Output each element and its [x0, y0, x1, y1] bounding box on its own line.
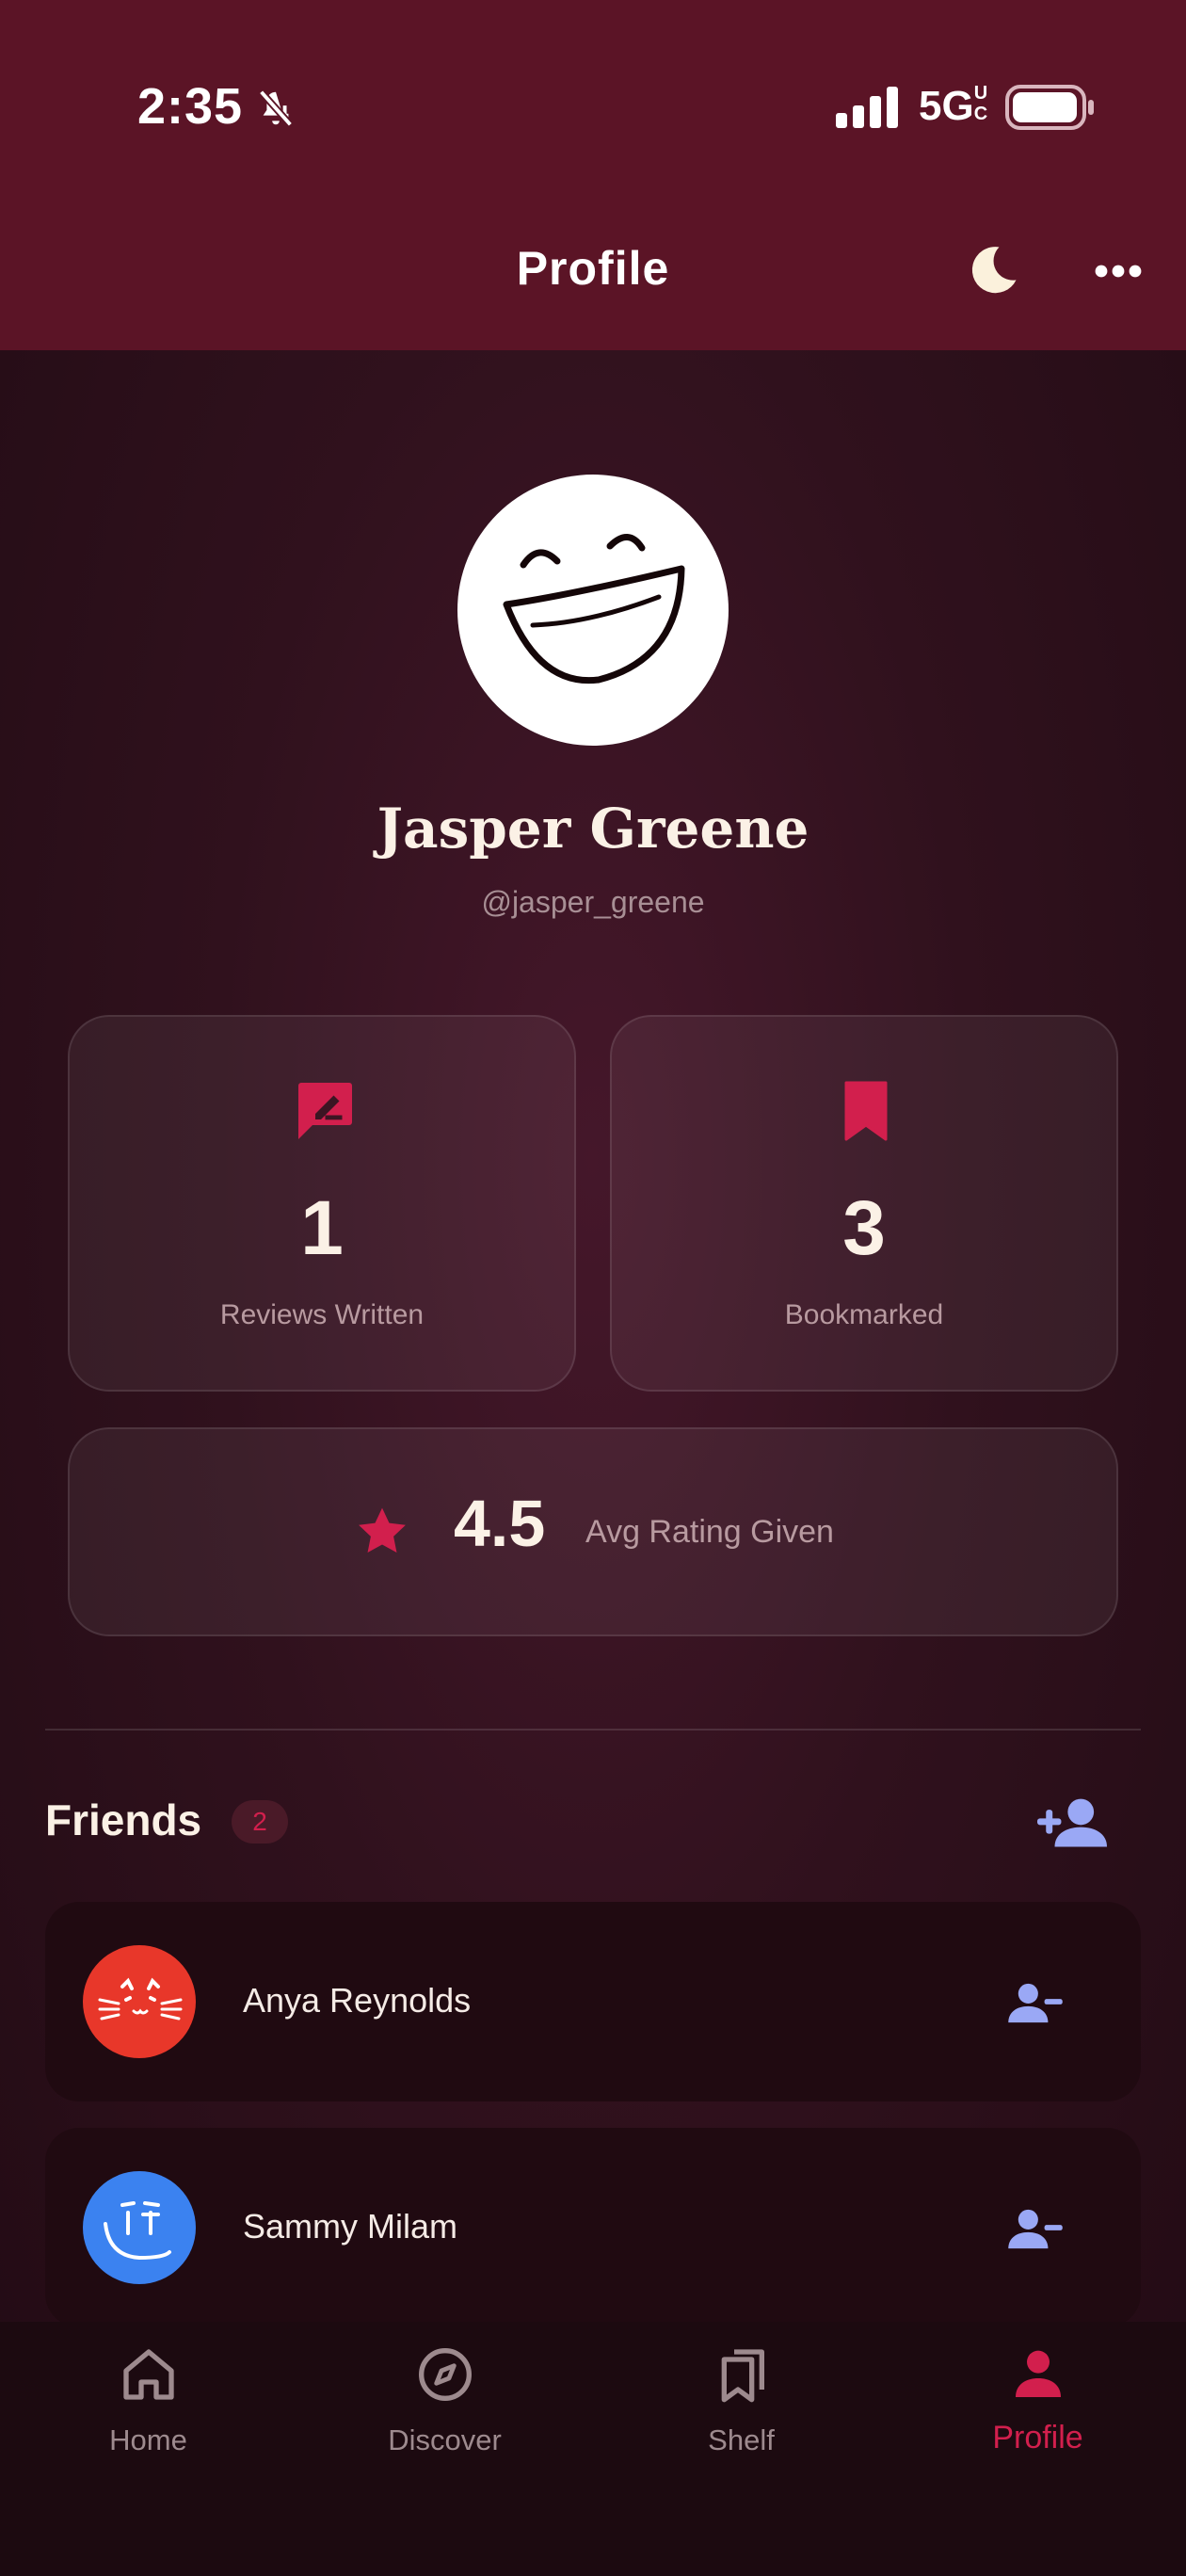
friends-heading: Friends	[45, 1795, 202, 1844]
nav-discover[interactable]: Discover	[296, 2322, 593, 2510]
rating-label: Avg Rating Given	[585, 1514, 834, 1550]
add-friend-icon[interactable]	[1037, 1796, 1107, 1849]
nav-shelf-label: Shelf	[708, 2423, 775, 2456]
nav-discover-label: Discover	[388, 2423, 502, 2456]
moon-icon[interactable]	[964, 241, 1022, 299]
robot-face-icon	[104, 2201, 171, 2261]
shelf-icon	[721, 2349, 764, 2403]
bookmark-icon	[844, 1081, 888, 1141]
smiley-face-icon	[503, 534, 685, 684]
top-bar: 2:35 5GUC Profile	[0, 0, 1186, 350]
rating-stat-card: 4.5 Avg Rating Given	[68, 1427, 1118, 1636]
bookmarks-label: Bookmarked	[784, 1299, 944, 1330]
friend-avatar	[83, 1945, 196, 2058]
reviews-label: Reviews Written	[219, 1299, 425, 1330]
remove-friend-icon[interactable]	[1007, 1981, 1064, 2024]
nav-home[interactable]: Home	[0, 2322, 296, 2510]
rating-value: 4.5	[454, 1487, 546, 1560]
person-icon	[1016, 2350, 1061, 2397]
user-name: Jasper Greene	[377, 797, 809, 861]
more-icon[interactable]	[1092, 254, 1145, 288]
nav-profile-label: Profile	[992, 2420, 1083, 2455]
battery-icon	[1005, 85, 1094, 130]
nav-shelf[interactable]: Shelf	[593, 2322, 890, 2510]
friends-count-badge: 2	[232, 1800, 288, 1843]
cat-face-icon	[98, 1977, 183, 2021]
user-handle: @jasper_greene	[481, 885, 705, 919]
review-icon	[298, 1083, 352, 1139]
home-icon	[123, 2349, 174, 2400]
reviews-stat-card[interactable]: 1 Reviews Written	[68, 1015, 576, 1392]
friend-avatar	[83, 2171, 196, 2284]
nav-profile[interactable]: Profile	[890, 2322, 1186, 2510]
network-label: 5GUC	[919, 83, 988, 129]
bottom-nav: Home Discover Shelf Profile	[0, 2322, 1186, 2576]
bookmarks-count: 3	[842, 1185, 886, 1271]
remove-friend-icon[interactable]	[1007, 2207, 1064, 2250]
avatar[interactable]	[457, 475, 729, 746]
bell-off-icon	[258, 89, 294, 127]
friend-list-item[interactable]: Sammy Milam	[45, 2128, 1141, 2327]
friend-name: Sammy Milam	[243, 2207, 458, 2246]
bookmarks-stat-card[interactable]: 3 Bookmarked	[610, 1015, 1118, 1392]
nav-home-label: Home	[109, 2423, 187, 2456]
section-divider	[45, 1729, 1141, 1731]
star-icon	[359, 1507, 406, 1553]
profile-screen: 2:35 5GUC Profile Jasper Greene @jasper_…	[0, 0, 1186, 2576]
reviews-count: 1	[300, 1185, 344, 1271]
compass-icon	[419, 2348, 472, 2401]
friend-list-item[interactable]: Anya Reynolds	[45, 1902, 1141, 2101]
status-time: 2:35	[137, 78, 244, 135]
friend-name: Anya Reynolds	[243, 1981, 472, 2020]
signal-icon	[836, 87, 898, 128]
